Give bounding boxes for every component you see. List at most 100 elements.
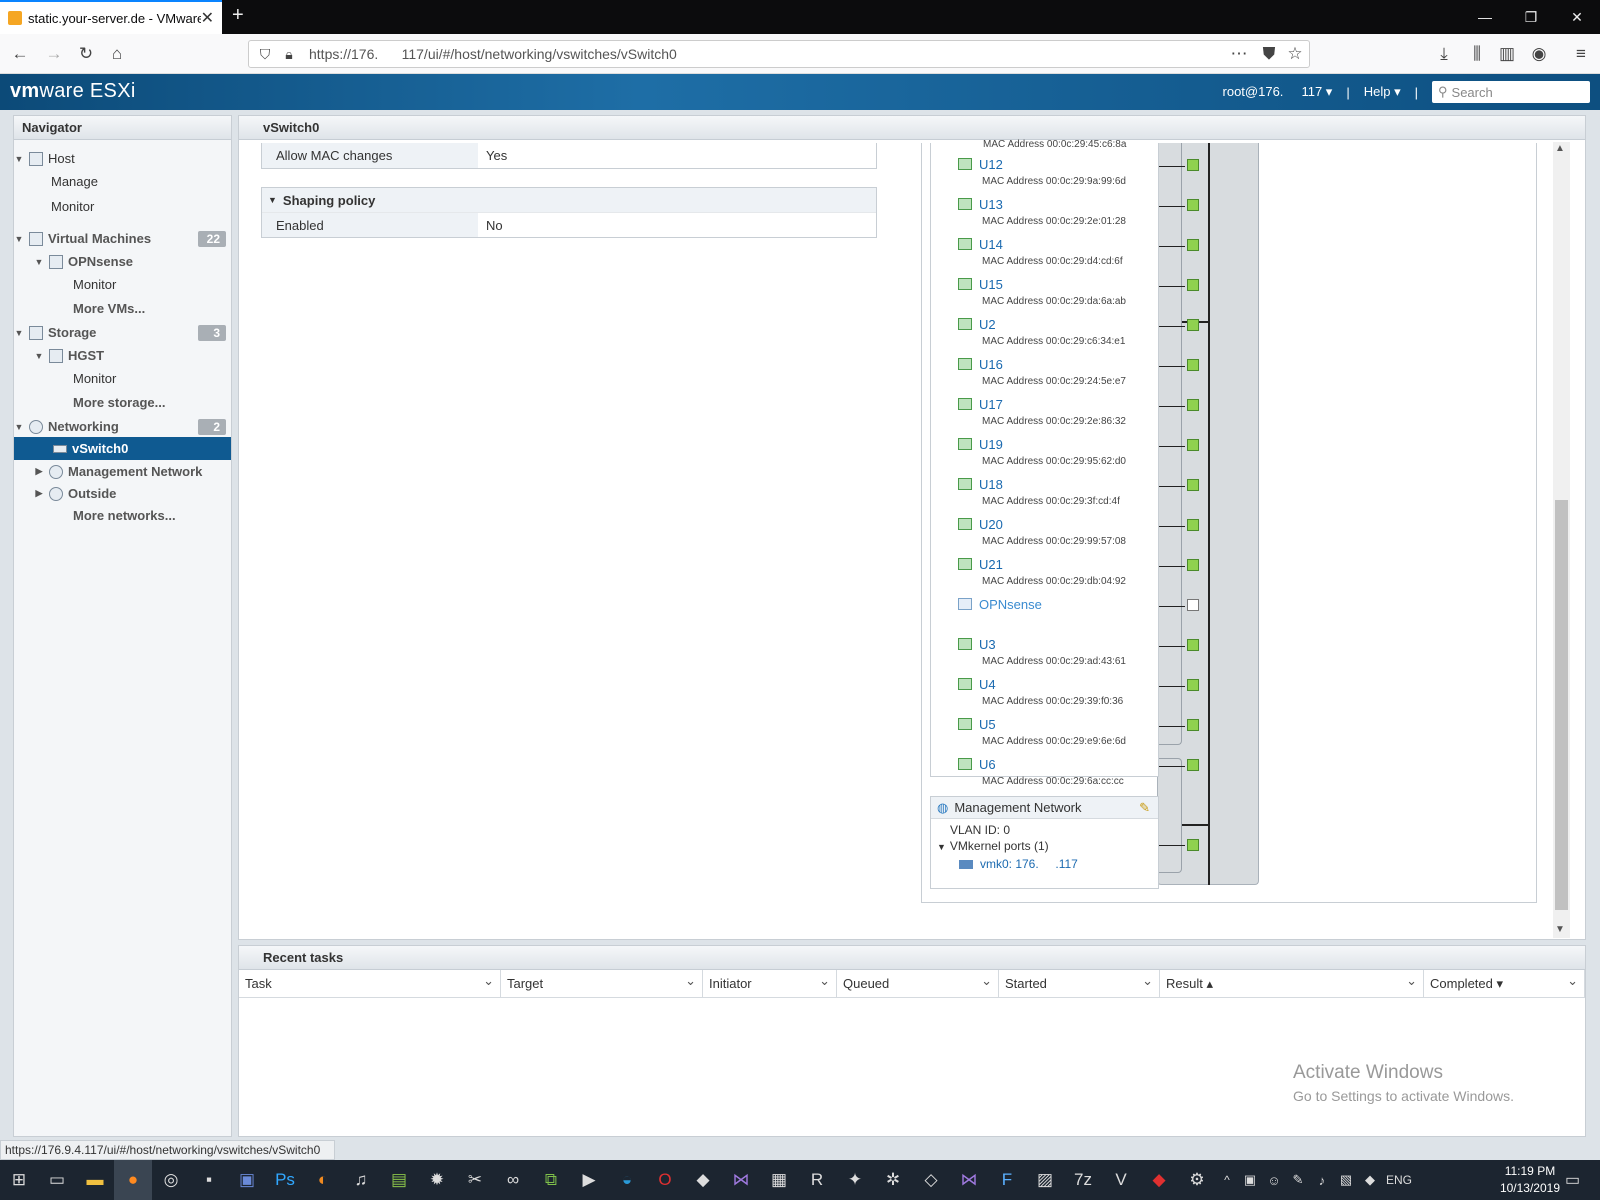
search-input[interactable]: ⚲ Search <box>1432 81 1590 103</box>
nav-virtual-machines[interactable]: ▼ Virtual Machines 22 <box>14 227 231 250</box>
forward-icon[interactable]: → <box>43 43 65 65</box>
nav-opnsense-monitor[interactable]: Monitor <box>14 273 231 296</box>
media-icon[interactable]: ▶ <box>570 1160 608 1200</box>
notification-icon[interactable]: ▭ <box>1565 1170 1580 1190</box>
column-queued[interactable]: Queued <box>837 970 999 997</box>
app-icon[interactable]: ▣ <box>228 1160 266 1200</box>
column-result[interactable]: Result ▴ <box>1160 970 1424 997</box>
visual-studio-icon[interactable]: ⋈ <box>722 1160 760 1200</box>
nav-vswitch0[interactable]: vSwitch0 <box>14 437 231 460</box>
edit-pencil-icon[interactable]: ✎ <box>1139 800 1150 816</box>
vmk0-link[interactable]: vmk0: 176. .117 <box>931 853 1158 871</box>
vm-link[interactable]: U5 <box>958 716 996 732</box>
system-clock[interactable]: 11:19 PM 10/13/2019 <box>1500 1163 1560 1197</box>
app-icon[interactable]: ◇ <box>912 1160 950 1200</box>
nav-storage[interactable]: ▼ Storage 3 <box>14 321 231 344</box>
volume-icon[interactable]: ♪ <box>1310 1160 1334 1200</box>
minimize-icon[interactable]: — <box>1462 0 1508 34</box>
column-task[interactable]: Task <box>239 970 501 997</box>
menu-icon[interactable]: ≡ <box>1570 43 1592 65</box>
app-icon[interactable]: ⚙ <box>1178 1160 1216 1200</box>
nav-hgst[interactable]: ▼ HGST <box>14 344 231 367</box>
vm-link[interactable]: U20 <box>958 516 1003 532</box>
app-icon[interactable]: V <box>1102 1160 1140 1200</box>
terminal-icon[interactable]: ▪ <box>190 1160 228 1200</box>
expand-icon[interactable]: ▼ <box>14 154 24 164</box>
photoshop-icon[interactable]: Ps <box>266 1160 304 1200</box>
tray-icon[interactable]: ✎ <box>1286 1160 1310 1200</box>
column-target[interactable]: Target <box>501 970 703 997</box>
app-icon[interactable]: ✦ <box>836 1160 874 1200</box>
user-menu[interactable]: root@176. 117 ▾ <box>1223 84 1333 100</box>
nav-opnsense[interactable]: ▼ OPNsense <box>14 250 231 273</box>
vm-link[interactable]: U2 <box>958 316 996 332</box>
nav-host[interactable]: ▼ Host <box>14 147 231 170</box>
vmkernel-ports-toggle[interactable]: ▼ VMkernel ports (1) <box>931 837 1158 853</box>
vs-code-icon[interactable]: ⋈ <box>950 1160 988 1200</box>
vm-link[interactable]: U6 <box>958 756 996 772</box>
download-icon[interactable]: ⤓ <box>1433 43 1455 65</box>
app-icon[interactable]: ⧉ <box>532 1160 570 1200</box>
vm-link[interactable]: U16 <box>958 356 1003 372</box>
more-icon[interactable]: ⋯ <box>1228 43 1250 65</box>
nav-management-network[interactable]: ▶ Management Network <box>14 460 231 483</box>
pocket-icon[interactable]: ⛊ <box>1258 43 1280 65</box>
opera-icon[interactable]: O <box>646 1160 684 1200</box>
vm-link[interactable]: U17 <box>958 396 1003 412</box>
browser-tab[interactable]: static.your-server.de - VMware ✕ <box>0 0 222 34</box>
app-icon[interactable]: ✲ <box>874 1160 912 1200</box>
app-icon[interactable]: ∞ <box>494 1160 532 1200</box>
app-icon[interactable]: F <box>988 1160 1026 1200</box>
help-menu[interactable]: Help ▾ <box>1364 84 1401 100</box>
scroll-up-icon[interactable]: ▲ <box>1555 143 1565 154</box>
account-icon[interactable]: ◉ <box>1528 43 1550 65</box>
sidebar-icon[interactable]: ▥ <box>1496 43 1518 65</box>
collapse-icon[interactable]: ▼ <box>268 195 277 205</box>
vm-link[interactable]: U19 <box>958 436 1003 452</box>
new-tab-icon[interactable]: + <box>232 4 244 27</box>
restore-icon[interactable]: ❐ <box>1508 0 1554 34</box>
vm-link[interactable]: U18 <box>958 476 1003 492</box>
url-bar[interactable]: https://176. 117/ui/#/host/networking/vs… <box>248 40 1310 68</box>
column-started[interactable]: Started <box>999 970 1160 997</box>
library-icon[interactable]: ⫼ <box>1466 43 1488 65</box>
nav-more-networks[interactable]: More networks... <box>14 504 231 527</box>
tray-chevron-icon[interactable]: ^ <box>1216 1160 1238 1200</box>
app-icon[interactable]: ◒ <box>608 1160 646 1200</box>
vm-link[interactable]: U13 <box>958 196 1003 212</box>
blender-icon[interactable]: ◐ <box>304 1160 342 1200</box>
bookmark-star-icon[interactable]: ☆ <box>1284 43 1306 65</box>
vm-link[interactable]: U12 <box>958 156 1003 172</box>
tools-icon[interactable]: ✂ <box>456 1160 494 1200</box>
reload-icon[interactable]: ↻ <box>75 43 97 65</box>
lock-warning-icon[interactable]: 🔒︎ <box>278 43 300 65</box>
language-indicator[interactable]: ENG <box>1382 1160 1416 1200</box>
tray-icon[interactable]: ▣ <box>1238 1160 1262 1200</box>
app-icon[interactable]: ✹ <box>418 1160 456 1200</box>
nav-networking[interactable]: ▼ Networking 2 <box>14 415 231 438</box>
nav-more-storage[interactable]: More storage... <box>14 391 231 414</box>
discord-icon[interactable]: ☺ <box>1262 1160 1286 1200</box>
vm-link[interactable]: U14 <box>958 236 1003 252</box>
nav-hgst-monitor[interactable]: Monitor <box>14 367 231 390</box>
close-window-icon[interactable]: ✕ <box>1554 0 1600 34</box>
audio-icon[interactable]: ♫ <box>342 1160 380 1200</box>
nav-outside[interactable]: ▶ Outside <box>14 482 231 505</box>
scrollbar-thumb[interactable] <box>1555 500 1568 910</box>
notes-icon[interactable]: ▤ <box>380 1160 418 1200</box>
vm-link[interactable]: U3 <box>958 636 996 652</box>
start-icon[interactable]: ⊞ <box>0 1160 38 1200</box>
shield-icon[interactable]: ⛉ <box>254 43 276 65</box>
column-initiator[interactable]: Initiator <box>703 970 837 997</box>
tray-icon[interactable]: ◆ <box>1358 1160 1382 1200</box>
7zip-icon[interactable]: 7z <box>1064 1160 1102 1200</box>
vm-link[interactable]: U15 <box>958 276 1003 292</box>
task-view-icon[interactable]: ▭ <box>38 1160 76 1200</box>
vm-link[interactable]: U21 <box>958 556 1003 572</box>
back-icon[interactable]: ← <box>9 43 31 65</box>
nav-monitor[interactable]: Monitor <box>14 195 231 218</box>
explorer-icon[interactable]: ▬ <box>76 1160 114 1200</box>
nav-more-vms[interactable]: More VMs... <box>14 297 231 320</box>
app-icon[interactable]: R <box>798 1160 836 1200</box>
nav-manage[interactable]: Manage <box>14 170 231 193</box>
